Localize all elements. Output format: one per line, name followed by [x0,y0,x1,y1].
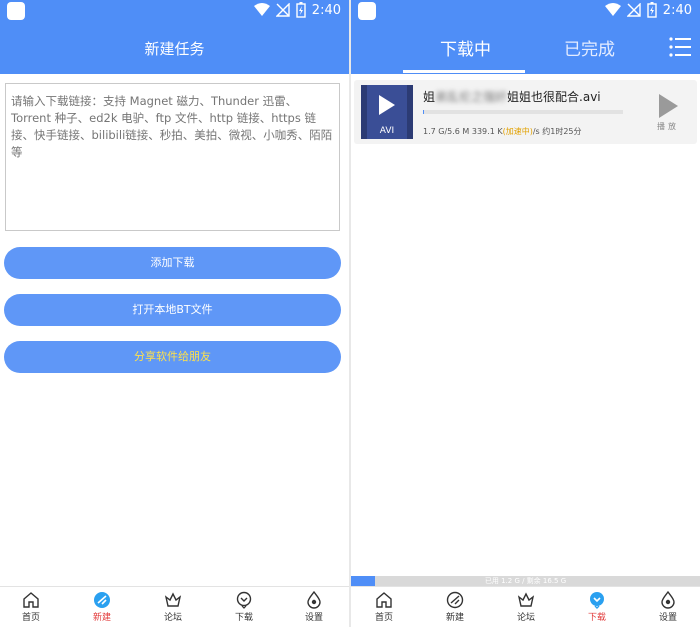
nav-forum-label: 论坛 [516,613,535,623]
downloading-screen: 2:40 下载中 已完成 AVI 姐弟乱伦之强奸姐姐也很配合.avi 1.7 G… [351,0,700,627]
new-icon [446,591,464,609]
nav-home-label: 首页 [374,613,393,623]
nav-download-label: 下载 [587,613,606,623]
nav-home-label: 首页 [21,613,40,623]
download-eta: /s 约1时25分 [532,127,582,136]
nav-forum-label: 论坛 [163,613,182,623]
download-stats: 1.7 G/5.6 M 339.1 K(加速中)/s 约1时25分 [423,126,582,137]
nav-settings-label: 设置 [304,613,323,623]
nav-home[interactable]: 首页 [11,591,51,623]
new-icon [94,592,110,608]
open-local-bt-button[interactable]: 打开本地BT文件 [4,294,341,326]
active-tab-indicator [403,70,525,73]
bottom-nav: 首页 新建 论坛 下载 设置 [0,586,349,627]
app-notification-icon [7,2,25,20]
download-icon [236,591,252,609]
forum-crown-icon [517,592,535,607]
nav-settings[interactable]: 设置 [648,591,688,623]
add-download-button[interactable]: 添加下载 [4,247,341,279]
new-task-screen: 2:40 新建任务 添加下载 打开本地BT文件 分享软件给朋友 首页 新建 论坛… [0,0,349,627]
nav-download-label: 下载 [234,613,253,623]
nav-download[interactable]: 下载 [224,591,264,623]
page-title: 新建任务 [144,40,205,58]
list-menu-icon[interactable] [668,35,692,59]
nav-settings[interactable]: 设置 [294,591,334,623]
video-thumbnail: AVI [361,85,413,139]
file-name: 姐弟乱伦之强奸姐姐也很配合.avi [423,90,601,104]
no-signal-icon [626,3,641,17]
wifi-icon [604,3,621,16]
settings-icon [307,591,321,609]
nav-settings-label: 设置 [658,613,677,623]
storage-bar: 已用 1.2 G / 剩余 16.5 G [351,576,700,586]
download-progress-fill [423,110,424,114]
nav-home[interactable]: 首页 [364,591,404,623]
bottom-nav: 首页 新建 论坛 下载 设置 [351,586,700,627]
download-speed: 339.1 K [471,127,503,136]
video-play-icon [379,95,395,115]
download-item[interactable]: AVI 姐弟乱伦之强奸姐姐也很配合.avi 1.7 G/5.6 M 339.1 … [354,80,697,144]
nav-new[interactable]: 新建 [82,591,122,623]
nav-new-label: 新建 [92,613,111,623]
status-time: 2:40 [662,2,692,18]
nav-forum[interactable]: 论坛 [153,591,193,623]
nav-forum[interactable]: 论坛 [506,591,546,623]
status-bar: 2:40 [351,0,700,24]
share-app-button[interactable]: 分享软件给朋友 [4,341,341,373]
download-state: (加速中) [502,127,533,136]
nav-new-label: 新建 [445,613,464,623]
nav-download[interactable]: 下载 [577,591,617,623]
tab-downloading[interactable]: 下载中 [440,35,491,60]
tab-bar: 下载中 已完成 [351,24,700,74]
wifi-icon [253,3,270,16]
status-time: 2:40 [311,2,341,18]
forum-crown-icon [164,592,182,607]
nav-new[interactable]: 新建 [435,591,475,623]
app-bar: 新建任务 [0,24,349,74]
settings-icon [661,591,675,609]
play-icon [659,94,678,118]
download-link-input[interactable] [5,83,340,231]
app-notification-icon [358,2,376,20]
file-name-blurred: 弟乱伦之强奸 [435,90,508,104]
no-signal-icon [275,3,290,17]
download-icon [590,592,604,609]
battery-icon [647,2,657,18]
download-size: 1.7 G/5.6 M [423,127,470,136]
status-bar: 2:40 [0,0,349,24]
battery-icon [296,2,306,18]
home-icon [376,592,392,608]
download-progress-bar [423,110,623,114]
play-label: 播放 [657,122,679,131]
file-type-label: AVI [379,126,395,136]
home-icon [23,592,39,608]
tab-completed[interactable]: 已完成 [564,35,615,60]
storage-text: 已用 1.2 G / 剩余 16.5 G [484,577,567,585]
play-button[interactable]: 播放 [653,94,683,134]
